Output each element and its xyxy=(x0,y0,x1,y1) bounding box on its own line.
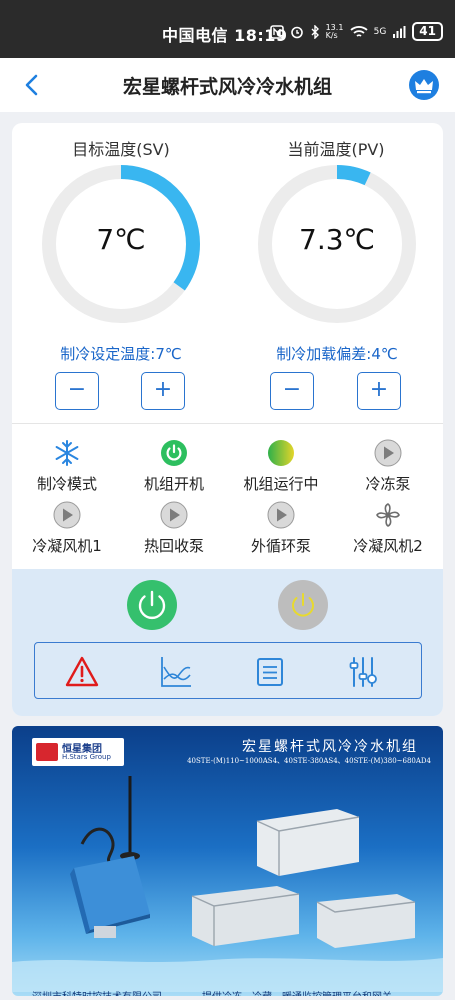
load-deviation-label[interactable]: 制冷加载偏差:4℃ xyxy=(242,343,432,364)
status-condenser-fan-1: 冷凝风机1 xyxy=(12,501,122,556)
signal-type: 5G xyxy=(373,26,387,37)
status-unit-on: 机组开机 xyxy=(119,439,229,494)
status-label: 外循环泵 xyxy=(250,537,311,555)
status-external-circulation-pump: 外循环泵 xyxy=(226,501,336,556)
current-temp-value: 7.3℃ xyxy=(299,223,375,256)
status-label: 冷凝风机2 xyxy=(353,537,423,555)
snowflake-icon xyxy=(55,440,79,466)
status-label: 热回收泵 xyxy=(143,537,204,555)
alarm-clock-icon xyxy=(290,26,303,38)
power-icon xyxy=(138,590,166,619)
status-label: 机组开机 xyxy=(143,475,204,493)
status-label: 机组运行中 xyxy=(243,475,319,493)
carrier-label: 中国电信 xyxy=(162,26,229,45)
vip-crown-button[interactable] xyxy=(409,70,439,100)
deviation-plus-button[interactable]: + xyxy=(357,372,401,410)
status-label: 冷冻泵 xyxy=(365,475,411,493)
status-icons: 13.1 K/s 5G 41 xyxy=(269,22,443,41)
status-unit-running: 机组运行中 xyxy=(226,439,336,494)
running-indicator-icon xyxy=(268,440,294,466)
crown-icon xyxy=(415,79,433,94)
status-condenser-fan-2: 冷凝风机2 xyxy=(333,501,443,556)
cell-signal-icon xyxy=(393,25,406,38)
target-temp-title: 目标温度(SV) xyxy=(72,140,170,159)
page-title: 宏星螺杆式风冷冷水机组 xyxy=(122,76,332,98)
status-bar: 中国电信 18:19 13.1 K/s 5G 41 xyxy=(0,0,455,58)
power-on-icon xyxy=(161,440,187,466)
promo-banner[interactable]: 恒星集团 H.Stars Group 宏星螺杆式风冷冷水机组 40STE-(M)… xyxy=(12,726,443,996)
bluetooth-icon xyxy=(311,24,319,39)
wifi-icon xyxy=(349,25,368,37)
cooling-setpoint-label[interactable]: 制冷设定温度:7℃ xyxy=(26,343,216,364)
status-cooling-mode: 制冷模式 xyxy=(12,439,122,494)
play-icon xyxy=(53,501,81,529)
section-divider xyxy=(12,423,443,424)
tools-toolbar xyxy=(34,642,422,699)
control-card: 目标温度(SV) 7℃ 制冷设定温度:7℃ − + 当前温度(PV) 7.3℃ … xyxy=(12,123,443,716)
control-panel xyxy=(12,569,443,716)
target-temp-plus-button[interactable]: + xyxy=(141,372,185,410)
fan-icon xyxy=(376,503,400,527)
status-label: 制冷模式 xyxy=(36,475,97,493)
settings-sliders-icon[interactable] xyxy=(347,655,381,689)
power-icon xyxy=(292,593,314,617)
power-off-button[interactable] xyxy=(278,580,328,630)
status-label: 冷凝风机1 xyxy=(32,537,102,555)
power-on-button[interactable] xyxy=(127,580,177,630)
status-heat-recovery-pump: 热回收泵 xyxy=(119,501,229,556)
banner-footer-company: 深圳市科特时控技术有限公司 xyxy=(32,988,162,996)
list-icon[interactable] xyxy=(253,655,287,689)
battery-indicator: 41 xyxy=(412,22,443,41)
nav-bar: 宏星螺杆式风冷冷水机组 xyxy=(0,58,455,112)
target-temp-value: 7℃ xyxy=(96,223,146,256)
banner-footer-slogan: 提供冷冻、冷藏、暖通监控管理平台和网关 xyxy=(202,988,392,996)
deviation-minus-button[interactable]: − xyxy=(270,372,314,410)
network-speed: 13.1 K/s xyxy=(325,22,344,40)
play-icon xyxy=(267,501,295,529)
nfc-icon xyxy=(269,24,284,39)
product-illustration xyxy=(12,776,443,992)
play-icon xyxy=(160,501,188,529)
current-temp-title: 当前温度(PV) xyxy=(287,140,385,159)
play-icon xyxy=(374,439,402,467)
alarm-icon[interactable] xyxy=(65,655,99,689)
status-chilled-pump: 冷冻泵 xyxy=(333,439,443,494)
target-temp-minus-button[interactable]: − xyxy=(55,372,99,410)
chart-icon[interactable] xyxy=(159,655,193,689)
